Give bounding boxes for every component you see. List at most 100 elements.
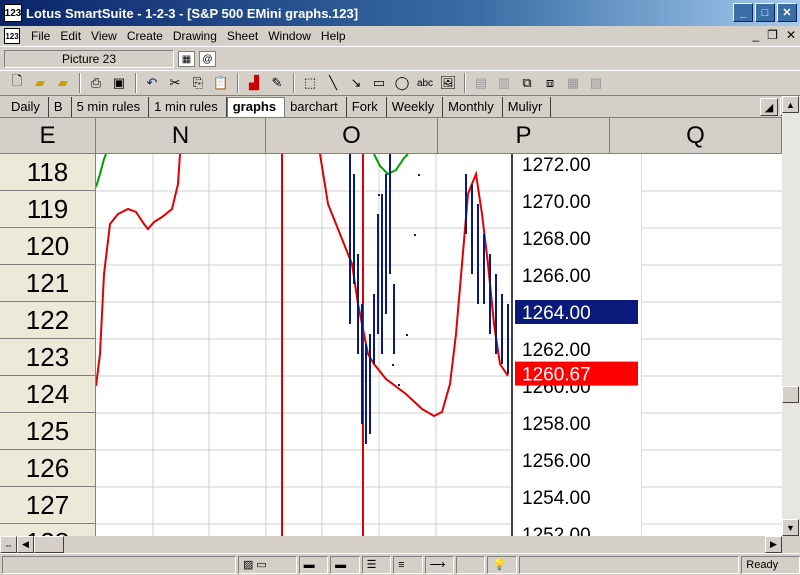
- column-header-n[interactable]: N: [96, 118, 266, 154]
- status-bar: ▨ ▭ ▬ ▬ ☰ ≡ ⟶ 💡 Ready: [0, 553, 800, 575]
- status-pattern-icon[interactable]: ☰: [361, 555, 392, 574]
- send-back-icon[interactable]: ▥: [493, 72, 515, 94]
- column-header-p[interactable]: P: [438, 118, 610, 154]
- navigator-icon[interactable]: ▦: [178, 51, 195, 67]
- open-folder-icon[interactable]: ▰: [29, 72, 51, 94]
- line-icon[interactable]: ╲: [322, 72, 344, 94]
- axis-tick-label: 1270.00: [522, 192, 591, 213]
- column-header-q[interactable]: Q: [610, 118, 782, 154]
- copy-icon[interactable]: ⎘: [187, 72, 209, 94]
- row-header[interactable]: 124: [0, 376, 96, 413]
- bring-front-icon[interactable]: ▤: [470, 72, 492, 94]
- axis-tick-label: 1268.00: [522, 229, 591, 250]
- toolbar-separator: [237, 73, 239, 93]
- scroll-right-arrow-icon[interactable]: ▶: [765, 536, 782, 553]
- select-objects-icon[interactable]: ⬚: [299, 72, 321, 94]
- status-style-icon[interactable]: ▨ ▭: [237, 555, 297, 574]
- chart-icon[interactable]: ▟: [243, 72, 265, 94]
- tab-b[interactable]: B: [49, 97, 72, 117]
- doc-close-icon[interactable]: ✕: [786, 28, 796, 42]
- row-header[interactable]: 127: [0, 487, 96, 524]
- maximize-button[interactable]: □: [755, 3, 775, 22]
- row-header[interactable]: 120: [0, 228, 96, 265]
- at-function-icon[interactable]: @: [199, 51, 216, 67]
- tab-fork[interactable]: Fork: [347, 97, 387, 117]
- status-bulb-icon[interactable]: 💡: [487, 555, 517, 574]
- price-axis: 1272.00 1270.00 1268.00 1266.00 1264.00 1262.…: [511, 154, 641, 536]
- tab-split-icon[interactable]: ◢: [760, 98, 778, 116]
- row-header[interactable]: 126: [0, 450, 96, 487]
- menu-view[interactable]: View: [86, 29, 122, 43]
- print-icon[interactable]: ⎙: [85, 72, 107, 94]
- group-icon[interactable]: ⧉: [516, 72, 538, 94]
- row-header[interactable]: 119: [0, 191, 96, 228]
- scroll-left-arrow-icon[interactable]: ◀: [17, 536, 34, 553]
- status-weight-icon[interactable]: ≡: [393, 555, 423, 574]
- row-header[interactable]: 128: [0, 524, 96, 536]
- vertical-scrollbar[interactable]: ▲ ▼: [782, 96, 800, 536]
- row-header[interactable]: 118: [0, 154, 96, 191]
- status-fill-icon[interactable]: [456, 555, 486, 574]
- column-header-o[interactable]: O: [266, 118, 438, 154]
- row-header[interactable]: 121: [0, 265, 96, 302]
- row-header[interactable]: 125: [0, 413, 96, 450]
- scroll-up-arrow-icon[interactable]: ▲: [782, 96, 799, 113]
- tab-scroll-icon[interactable]: ⇔: [0, 536, 17, 553]
- menu-window[interactable]: Window: [263, 29, 316, 43]
- lock-icon[interactable]: ▦: [562, 72, 584, 94]
- row-header[interactable]: 123: [0, 339, 96, 376]
- title-bar: 123 Lotus SmartSuite - 1-2-3 - [S&P 500 …: [0, 0, 800, 26]
- menu-file[interactable]: File: [26, 29, 55, 43]
- tab-5-min-rules[interactable]: 5 min rules: [72, 97, 150, 117]
- minimize-button[interactable]: _: [733, 3, 753, 22]
- horizontal-scrollbar[interactable]: ⇔ ◀ ▶: [0, 536, 800, 553]
- picture-icon[interactable]: 🖼: [437, 72, 459, 94]
- app-icon[interactable]: 123: [4, 4, 22, 22]
- status-arrow-icon[interactable]: ⟶: [424, 555, 454, 574]
- tab-daily[interactable]: Daily: [6, 97, 49, 117]
- row-header[interactable]: 122: [0, 302, 96, 339]
- menu-edit[interactable]: Edit: [55, 29, 86, 43]
- tab-barchart[interactable]: barchart: [285, 97, 347, 117]
- drawing-icon[interactable]: ✎: [266, 72, 288, 94]
- arrow-icon[interactable]: ↘: [345, 72, 367, 94]
- ellipse-icon[interactable]: ◯: [391, 72, 413, 94]
- close-button[interactable]: ✕: [777, 3, 797, 22]
- flip-icon[interactable]: ▧: [585, 72, 607, 94]
- tab-monthly[interactable]: Monthly: [443, 97, 503, 117]
- toolbar-separator: [464, 73, 466, 93]
- save-icon[interactable]: ▰: [52, 72, 74, 94]
- tab-muliyr[interactable]: Muliyr: [503, 97, 552, 117]
- print-preview-icon[interactable]: ▣: [108, 72, 130, 94]
- axis-tick-label: 1256.00: [522, 451, 591, 472]
- price-tick-dot: [418, 174, 420, 176]
- axis-tick-label: 1252.00: [522, 525, 591, 536]
- scroll-down-arrow-icon[interactable]: ▼: [782, 519, 799, 536]
- menu-help[interactable]: Help: [316, 29, 351, 43]
- rectangle-icon[interactable]: ▭: [368, 72, 390, 94]
- worksheet[interactable]: E N O P Q 118 119 120 121 122 123 124 12…: [0, 118, 782, 536]
- document-icon[interactable]: 123: [4, 28, 20, 44]
- cut-icon[interactable]: ✂: [164, 72, 186, 94]
- tab-1-min-rules[interactable]: 1 min rules: [149, 97, 227, 117]
- paste-icon[interactable]: 📋: [210, 72, 232, 94]
- hscroll-thumb[interactable]: [34, 536, 64, 553]
- tab-graphs[interactable]: graphs: [226, 97, 286, 117]
- new-file-icon[interactable]: 🗋: [6, 72, 28, 94]
- doc-restore-icon[interactable]: ❐: [767, 28, 778, 42]
- menu-create[interactable]: Create: [122, 29, 168, 43]
- ungroup-icon[interactable]: ⧈: [539, 72, 561, 94]
- column-header-e[interactable]: E: [0, 118, 96, 154]
- doc-minimize-icon[interactable]: _: [752, 28, 759, 42]
- undo-icon[interactable]: ↶: [141, 72, 163, 94]
- name-box[interactable]: Picture 23: [4, 50, 174, 68]
- text-block-icon[interactable]: abc: [414, 72, 436, 94]
- status-color-icon[interactable]: ▬: [298, 555, 329, 574]
- status-line-icon[interactable]: ▬: [330, 555, 360, 574]
- menu-bar: 123 File Edit View Create Drawing Sheet …: [0, 26, 800, 47]
- chart-picture[interactable]: 1272.00 1270.00 1268.00 1266.00 1264.00 1262.…: [96, 154, 782, 536]
- tab-weekly[interactable]: Weekly: [387, 97, 444, 117]
- scroll-thumb[interactable]: [782, 386, 799, 403]
- menu-sheet[interactable]: Sheet: [222, 29, 263, 43]
- menu-drawing[interactable]: Drawing: [168, 29, 222, 43]
